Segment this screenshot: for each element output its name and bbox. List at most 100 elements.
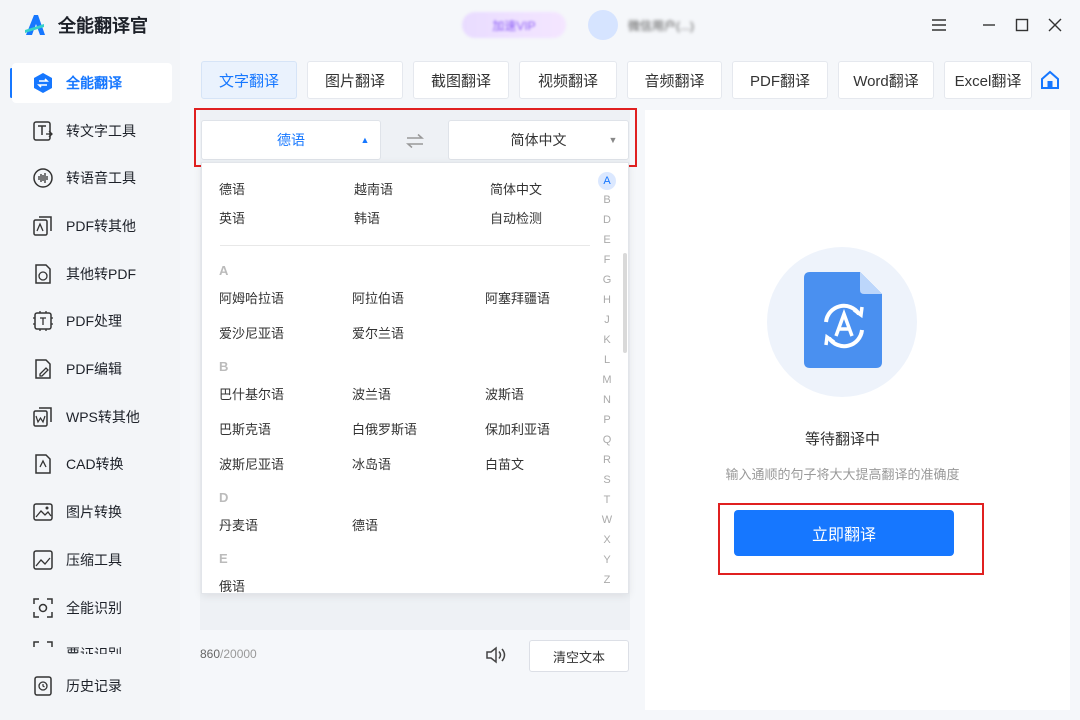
language-option[interactable]: 简体中文 xyxy=(490,179,542,198)
alpha-index-y[interactable]: Y xyxy=(598,554,616,566)
alpha-index-d[interactable]: D xyxy=(598,214,616,226)
alpha-index-k[interactable]: K xyxy=(598,334,616,346)
language-option[interactable]: 英语 xyxy=(219,208,245,227)
language-option[interactable]: 爱沙尼亚语 xyxy=(219,323,284,342)
sidebar-item-translate[interactable]: 全能翻译 xyxy=(12,63,172,103)
sidebar-item-history[interactable]: 历史记录 xyxy=(12,666,172,706)
alpha-index-n[interactable]: N xyxy=(598,394,616,406)
dropdown-scrollbar[interactable] xyxy=(623,253,627,353)
to-pdf-icon xyxy=(32,263,54,285)
tab-word-translate[interactable]: Word翻译 xyxy=(838,61,934,99)
char-count-limit: /20000 xyxy=(220,647,257,661)
alpha-index-w[interactable]: W xyxy=(598,514,616,526)
alpha-index-l[interactable]: L xyxy=(598,354,616,366)
text-tool-icon xyxy=(32,120,54,142)
group-letter: D xyxy=(219,490,229,505)
language-option[interactable]: 越南语 xyxy=(354,179,393,198)
sidebar-item-image-convert[interactable]: 图片转换 xyxy=(12,492,172,532)
sidebar-item-label: WPS转其他 xyxy=(66,409,140,425)
sidebar-item-to-pdf[interactable]: 其他转PDF xyxy=(12,254,172,294)
tab-image-translate[interactable]: 图片翻译 xyxy=(307,61,403,99)
avatar xyxy=(588,10,618,40)
tab-audio-translate[interactable]: 音频翻译 xyxy=(627,61,722,99)
language-option[interactable]: 俄语 xyxy=(219,576,245,593)
alpha-index-z[interactable]: Z xyxy=(598,574,616,586)
voice-tool-icon xyxy=(32,167,54,189)
alpha-index-q[interactable]: Q xyxy=(598,434,616,446)
alpha-index-b[interactable]: B xyxy=(598,194,616,206)
group-letter: B xyxy=(219,359,229,374)
language-option[interactable]: 韩语 xyxy=(354,208,380,227)
sidebar-item-label: 压缩工具 xyxy=(66,552,122,568)
sidebar-item-label: 全能翻译 xyxy=(66,75,122,91)
tab-pdf-translate[interactable]: PDF翻译 xyxy=(732,61,828,99)
sidebar-item-ticket[interactable]: 票证识别 xyxy=(12,632,172,654)
sidebar-item-label: PDF处理 xyxy=(66,313,122,329)
tab-text-translate[interactable]: 文字翻译 xyxy=(201,61,297,99)
sidebar-item-recognize[interactable]: 全能识别 xyxy=(12,588,172,628)
language-option[interactable]: 自动检测 xyxy=(490,208,542,227)
alpha-index-t[interactable]: T xyxy=(598,494,616,506)
vip-badge[interactable]: 加速VIP xyxy=(462,12,566,38)
clear-text-button[interactable]: 清空文本 xyxy=(529,640,629,672)
language-option[interactable]: 保加利亚语 xyxy=(485,419,550,438)
document-translate-icon xyxy=(804,272,882,368)
sidebar-item-text-tool[interactable]: 转文字工具 xyxy=(12,111,172,151)
language-option[interactable]: 巴斯克语 xyxy=(219,419,271,438)
waiting-illustration xyxy=(767,247,917,397)
alpha-index-g[interactable]: G xyxy=(598,274,616,286)
menu-icon[interactable] xyxy=(928,14,950,36)
language-option[interactable]: 冰岛语 xyxy=(352,454,391,473)
minimize-icon[interactable] xyxy=(978,14,1000,36)
language-option[interactable]: 德语 xyxy=(352,515,378,534)
tab-screenshot-translate[interactable]: 截图翻译 xyxy=(413,61,509,99)
app-logo: 全能翻译官 xyxy=(20,10,148,40)
sidebar-item-label: PDF编辑 xyxy=(66,361,122,377)
language-option[interactable]: 波兰语 xyxy=(352,384,391,403)
home-icon[interactable] xyxy=(1038,68,1062,92)
alpha-index-s[interactable]: S xyxy=(598,474,616,486)
language-option[interactable]: 阿塞拜疆语 xyxy=(485,288,550,307)
ticket-icon xyxy=(32,640,54,654)
language-option[interactable]: 波斯语 xyxy=(485,384,524,403)
sidebar-item-pdf-convert[interactable]: PDF转其他 xyxy=(12,206,172,246)
sidebar-item-compress[interactable]: 压缩工具 xyxy=(12,540,172,580)
pdf-convert-icon xyxy=(32,215,54,237)
sidebar-item-pdf-edit[interactable]: PDF编辑 xyxy=(12,349,172,389)
alpha-index-h[interactable]: H xyxy=(598,294,616,306)
language-option[interactable]: 德语 xyxy=(219,179,245,198)
sidebar-item-pdf-process[interactable]: PDF处理 xyxy=(12,301,172,341)
tab-excel-translate[interactable]: Excel翻译 xyxy=(944,61,1032,99)
alpha-index-j[interactable]: J xyxy=(598,314,616,326)
highlight-box-languages xyxy=(194,108,637,167)
language-dropdown: 德语 越南语 简体中文 英语 韩语 自动检测 A 阿姆哈拉语 阿拉伯语 阿塞拜疆… xyxy=(201,162,629,594)
sidebar-item-voice-tool[interactable]: 转语音工具 xyxy=(12,158,172,198)
speaker-icon[interactable] xyxy=(484,643,510,667)
alpha-index-x[interactable]: X xyxy=(598,534,616,546)
user-info[interactable]: 微信用户(...) xyxy=(588,10,694,40)
language-option[interactable]: 丹麦语 xyxy=(219,515,258,534)
alpha-index-m[interactable]: M xyxy=(598,374,616,386)
compress-icon xyxy=(32,549,54,571)
close-icon[interactable] xyxy=(1044,14,1066,36)
alpha-index-f[interactable]: F xyxy=(598,254,616,266)
sidebar-item-label: CAD转换 xyxy=(66,456,124,472)
alpha-index-p[interactable]: P xyxy=(598,414,616,426)
sidebar-item-wps[interactable]: WPS转其他 xyxy=(12,397,172,437)
alpha-index-e[interactable]: E xyxy=(598,234,616,246)
alpha-index-r[interactable]: R xyxy=(598,454,616,466)
language-option[interactable]: 白俄罗斯语 xyxy=(352,419,417,438)
language-option[interactable]: 波斯尼亚语 xyxy=(219,454,284,473)
maximize-icon[interactable] xyxy=(1011,14,1033,36)
sidebar-item-label: 票证识别 xyxy=(66,646,122,654)
language-option[interactable]: 阿拉伯语 xyxy=(352,288,404,307)
language-option[interactable]: 白苗文 xyxy=(485,454,524,473)
char-count-current: 860 xyxy=(200,647,221,661)
tab-video-translate[interactable]: 视频翻译 xyxy=(519,61,617,99)
sidebar-item-cad[interactable]: CAD转换 xyxy=(12,444,172,484)
sidebar-item-label: 图片转换 xyxy=(66,504,122,520)
alpha-index-a[interactable]: A xyxy=(598,172,616,190)
language-option[interactable]: 巴什基尔语 xyxy=(219,384,284,403)
language-option[interactable]: 爱尔兰语 xyxy=(352,323,404,342)
language-option[interactable]: 阿姆哈拉语 xyxy=(219,288,284,307)
